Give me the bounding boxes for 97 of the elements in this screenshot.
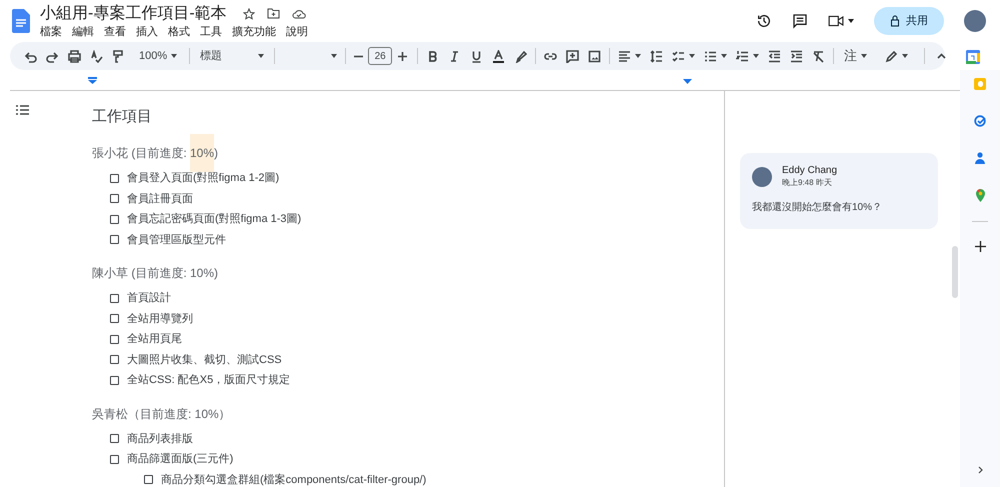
tasks-icon[interactable] [974,115,986,127]
menu-item[interactable]: 編輯 [72,24,94,38]
avatar-icon [752,166,772,186]
checkbox[interactable] [110,214,119,224]
menu-item[interactable]: 查看 [104,24,126,38]
lock-icon [890,15,900,27]
comment-time: 晚上9:48 昨天 [782,177,833,188]
menu-item[interactable]: 檔案 [40,24,62,38]
menu-item[interactable]: 插入 [136,24,158,38]
plus-icon[interactable] [396,50,410,62]
highlighter-icon[interactable] [514,50,528,62]
avatar-icon[interactable] [964,10,986,32]
text-color-icon[interactable] [492,50,506,62]
indent-marker-icon[interactable] [683,79,692,84]
caret-icon [331,54,338,58]
history-icon[interactable] [756,13,772,29]
document-heading: 工作項目 [92,107,153,127]
comment-text: 我都還沒開始怎麼會有10%？ [752,200,884,215]
task-text: 商品列表排版 [127,432,193,446]
checkbox[interactable] [110,314,119,324]
task-text: 會員管理區版型元件 [127,232,226,247]
increase-indent-icon[interactable] [790,50,804,62]
caret-icon [171,54,178,58]
contacts-icon[interactable] [975,152,985,164]
section-heading: 陳小草 (目前進度: 10%) [92,265,220,282]
spellcheck-icon[interactable] [90,50,103,62]
input-tools-button[interactable]: 注 [844,46,868,66]
docs-logo-icon[interactable] [12,9,30,33]
task-text: 首頁設計 [127,291,171,306]
task-text: 全站用導覽列 [127,312,193,326]
redo-icon[interactable] [46,50,59,62]
caret-icon [721,54,728,58]
font-size-field[interactable]: 26 [368,47,392,65]
paint-format-icon[interactable] [112,50,125,62]
underline-icon[interactable] [470,50,484,62]
bold-icon[interactable] [426,50,440,62]
task-text: 會員登入頁面(對照figma 1-2圖) [127,171,280,186]
indent-marker-icon[interactable] [88,77,97,84]
align-icon[interactable] [618,50,642,62]
line-spacing-icon[interactable] [650,50,664,62]
task-text: 商品篩選面版(三元件) [127,452,234,466]
section-heading: 吳青松（目前進度: 10%） [92,406,232,422]
checkbox[interactable] [110,454,119,464]
share-button[interactable]: 共用 [874,7,944,35]
task-text: 大圖照片收集、截切、測試CSS [127,352,282,367]
calendar-icon[interactable] [966,50,980,64]
comment-author: Eddy Chang [782,165,838,177]
decrease-indent-icon[interactable] [768,50,782,62]
print-icon[interactable] [68,50,81,62]
caret-icon [635,54,642,58]
map-pin-icon[interactable] [976,189,984,202]
checkbox[interactable] [110,235,119,244]
clear-formatting-icon[interactable] [812,50,826,62]
style-dropdown[interactable]: 標題 [200,48,264,64]
bulleted-list-icon[interactable] [704,50,728,62]
image-icon[interactable] [588,50,602,62]
pencil-icon[interactable] [885,50,908,62]
menu-item[interactable]: 擴充功能 [232,24,276,38]
cloud-icon[interactable] [292,8,306,18]
caret-icon [689,54,696,58]
comment-icon[interactable] [792,13,808,29]
task-text: 全站用頁尾 [127,332,182,346]
checkbox[interactable] [110,376,119,385]
checkbox[interactable] [110,355,119,364]
caret-icon [753,54,760,58]
section-heading: 張小花 (目前進度: 10%) [92,134,724,172]
checkbox[interactable] [110,294,119,303]
task-text: 商品分類勾選盒群組(檔案components/cat-filter-group/) [161,472,426,487]
video-call-button[interactable] [828,15,854,27]
checklist-icon[interactable] [672,50,696,62]
caret-icon [258,54,264,58]
menu-item[interactable]: 說明 [286,24,308,38]
caret-icon [902,54,908,58]
caret-icon [861,54,868,58]
star-icon[interactable] [242,8,255,20]
expand-icon[interactable] [978,466,982,474]
task-text: 會員忘記密碼頁面(對照figma 1-3圖) [127,212,302,226]
numbered-list-icon[interactable] [736,50,760,62]
menu-item[interactable]: 工具 [200,24,222,38]
task-text: 會員註冊頁面 [127,192,193,206]
checkbox[interactable] [110,174,119,183]
scrollbar[interactable] [952,246,958,298]
menu-item[interactable]: 格式 [168,24,190,38]
comment-card[interactable]: Eddy Chang 晚上9:48 昨天 我都還沒開始怎麼會有10%？ [740,153,938,229]
folder-icon[interactable] [266,8,280,19]
zoom-dropdown[interactable]: 100% [139,48,178,64]
undo-icon[interactable] [24,50,37,62]
checkbox[interactable] [144,475,153,484]
document-title[interactable]: 小組用-專案工作項目-範本 [40,4,227,24]
add-icon[interactable] [974,241,986,252]
outline-icon[interactable] [16,105,29,115]
checkbox[interactable] [110,194,119,204]
checkbox[interactable] [110,434,119,444]
task-text: 全站CSS: 配色X5，版面尺寸規定 [127,373,290,388]
add-comment-icon[interactable] [566,50,580,62]
checkbox[interactable] [110,334,119,344]
caret-icon [848,19,854,23]
